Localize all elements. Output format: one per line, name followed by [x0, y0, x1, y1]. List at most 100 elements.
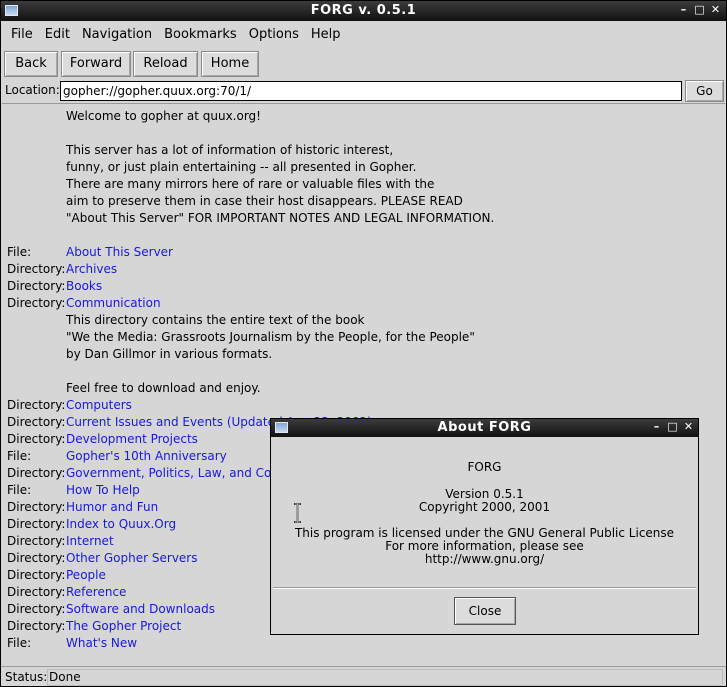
gopher-link[interactable]: Gopher's 10th Anniversary [66, 449, 227, 463]
status-value: Done [47, 669, 723, 686]
gopher-link[interactable]: Computers [66, 398, 132, 412]
item-type-label: Directory: [7, 432, 66, 446]
info-text: This directory contains the entire text … [66, 313, 365, 327]
close-icon[interactable]: ✕ [709, 3, 722, 17]
gopher-link-row[interactable]: Directory:Humor and Fun [7, 499, 158, 516]
gopher-link[interactable]: The Gopher Project [66, 619, 181, 633]
item-type-label: File: [7, 483, 32, 497]
menu-edit[interactable]: Edit [39, 22, 76, 48]
gopher-link[interactable]: Books [66, 279, 102, 293]
gopher-link[interactable]: Index to Quux.Org [66, 517, 176, 531]
gopher-link[interactable]: What's New [66, 636, 137, 650]
gopher-info-line: funny, or just plain entertaining -- all… [7, 159, 416, 176]
gopher-link-row[interactable]: Directory:Archives [7, 261, 117, 278]
menu-bar: File Edit Navigation Bookmarks Options H… [1, 22, 726, 48]
minimize-icon[interactable]: – [677, 3, 690, 17]
gopher-link-row[interactable]: Directory:Index to Quux.Org [7, 516, 176, 533]
item-type-label: Directory: [7, 619, 66, 633]
maximize-icon[interactable]: □ [693, 3, 706, 17]
about-dialog: About FORG – □ ✕ FORG Version 0.5.1 Copy… [270, 418, 699, 635]
info-text: "About This Server" FOR IMPORTANT NOTES … [66, 211, 495, 225]
text-cursor-icon [294, 503, 301, 523]
gopher-link[interactable]: Other Gopher Servers [66, 551, 197, 565]
toolbar: Back Forward Reload Home [1, 49, 726, 79]
item-type-label: Directory: [7, 296, 66, 310]
gopher-link[interactable]: Humor and Fun [66, 500, 158, 514]
item-type-label: Directory: [7, 517, 66, 531]
item-type-label: File: [7, 245, 32, 259]
gopher-link-row[interactable]: File: How To Help [7, 482, 140, 499]
item-type-label: Directory: [7, 279, 66, 293]
info-text: This server has a lot of information of … [66, 143, 394, 157]
dialog-maximize-icon[interactable]: □ [666, 420, 679, 434]
info-text: Feel free to download and enjoy. [66, 381, 261, 395]
gopher-link-row[interactable]: Directory:Development Projects [7, 431, 198, 448]
gopher-link[interactable]: Government, Politics, Law, and Conflict [66, 466, 301, 480]
title-bar[interactable]: FORG v. 0.5.1 – □ ✕ [1, 1, 726, 21]
status-bar: Status: Done [1, 666, 726, 686]
gopher-link-row[interactable]: Directory:People [7, 567, 106, 584]
item-type-label: Directory: [7, 262, 66, 276]
menu-bookmarks[interactable]: Bookmarks [158, 22, 243, 48]
forward-button[interactable]: Forward [61, 51, 131, 77]
gopher-link-row[interactable]: Directory:Reference [7, 584, 126, 601]
reload-button[interactable]: Reload [133, 51, 198, 77]
dialog-body: FORG Version 0.5.1 Copyright 2000, 2001 … [271, 438, 698, 586]
dialog-copyright: Copyright 2000, 2001 [418, 500, 551, 514]
gopher-link[interactable]: Development Projects [66, 432, 198, 446]
gopher-link[interactable]: Software and Downloads [66, 602, 215, 616]
gopher-link[interactable]: Archives [66, 262, 117, 276]
menu-options[interactable]: Options [243, 22, 305, 48]
location-bar: Location: gopher://gopher.quux.org:70/1/… [1, 80, 726, 102]
gopher-info-line: There are many mirrors here of rare or v… [7, 176, 434, 193]
gopher-info-line: "About This Server" FOR IMPORTANT NOTES … [7, 210, 494, 227]
gopher-link[interactable]: How To Help [66, 483, 140, 497]
item-type-label: Directory: [7, 398, 66, 412]
gopher-link-row[interactable]: File: About This Server [7, 244, 173, 261]
gopher-info-line: This directory contains the entire text … [7, 312, 364, 329]
info-text: aim to preserve them in case their host … [66, 194, 463, 208]
item-type-label: Directory: [7, 585, 66, 599]
item-type-label: File: [7, 636, 32, 650]
back-button[interactable]: Back [4, 51, 58, 77]
gopher-info-line: Welcome to gopher at quux.org! [7, 108, 261, 125]
location-input[interactable]: gopher://gopher.quux.org:70/1/ [60, 81, 682, 101]
close-button[interactable]: Close [454, 597, 516, 625]
home-button[interactable]: Home [201, 51, 259, 77]
gopher-link-row[interactable]: Directory:Other Gopher Servers [7, 550, 197, 567]
gopher-info-line [7, 125, 66, 142]
status-label: Status: [5, 670, 48, 684]
menu-navigation[interactable]: Navigation [76, 22, 158, 48]
item-type-label: Directory: [7, 534, 66, 548]
menu-file[interactable]: File [5, 22, 39, 48]
dialog-app-name: FORG [467, 460, 502, 474]
gopher-link-row[interactable]: Directory:The Gopher Project [7, 618, 181, 635]
info-text: "We the Media: Grassroots Journalism by … [66, 330, 475, 344]
gopher-info-line: by Dan Gillmor in various formats. [7, 346, 272, 363]
gopher-link-row[interactable]: File: Gopher's 10th Anniversary [7, 448, 227, 465]
gopher-link-row[interactable]: Directory:Books [7, 278, 102, 295]
gopher-link-row[interactable]: Directory:Computers [7, 397, 132, 414]
dialog-minimize-icon[interactable]: – [650, 420, 663, 434]
gopher-link[interactable]: People [66, 568, 106, 582]
item-type-label: File: [7, 449, 32, 463]
item-type-label: Directory: [7, 551, 66, 565]
gopher-link-row[interactable]: Directory:Internet [7, 533, 114, 550]
gopher-link[interactable]: Communication [66, 296, 161, 310]
gopher-link-row[interactable]: Directory:Software and Downloads [7, 601, 215, 618]
gopher-link-row[interactable]: File: What's New [7, 635, 137, 652]
dialog-close-icon[interactable]: ✕ [682, 420, 695, 434]
gopher-link[interactable]: Internet [66, 534, 114, 548]
gopher-info-line [7, 227, 66, 244]
gopher-info-line: "We the Media: Grassroots Journalism by … [7, 329, 475, 346]
item-type-label: Directory: [7, 415, 66, 429]
location-label: Location: [5, 83, 60, 97]
dialog-title-bar[interactable]: About FORG – □ ✕ [271, 419, 698, 437]
item-type-label: Directory: [7, 500, 66, 514]
go-button[interactable]: Go [685, 80, 724, 102]
gopher-link-row[interactable]: Directory:Communication [7, 295, 161, 312]
gopher-link[interactable]: Reference [66, 585, 126, 599]
gopher-link-row[interactable]: Directory:Government, Politics, Law, and… [7, 465, 301, 482]
gopher-link[interactable]: About This Server [66, 245, 173, 259]
menu-help[interactable]: Help [305, 22, 347, 48]
